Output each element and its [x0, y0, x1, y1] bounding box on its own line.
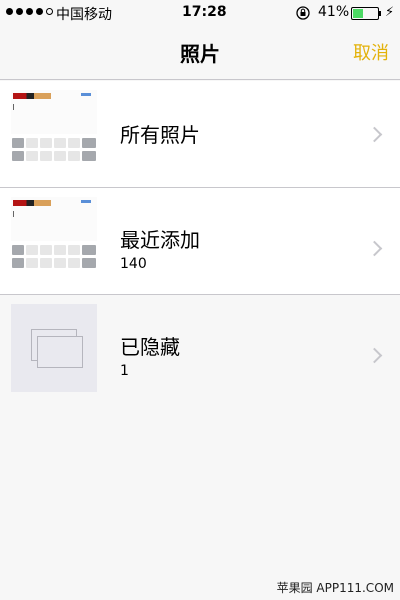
signal-strength-icon — [6, 8, 53, 15]
page-title: 照片 — [180, 42, 220, 66]
album-row-recently-added[interactable]: 最近添加 140 — [0, 188, 400, 295]
carrier-name: 中国移动 — [56, 7, 112, 23]
album-row-all-photos[interactable]: 所有照片 — [0, 81, 400, 188]
battery-cap — [379, 11, 381, 16]
hidden-album-thumbnail — [11, 304, 97, 392]
album-title: 最近添加 — [120, 228, 200, 252]
album-list: 所有照片 最近添加 140 已隐藏 1 — [0, 81, 400, 402]
site-watermark: 苹果园 APP111.COM — [276, 581, 394, 595]
chevron-right-icon — [366, 126, 383, 143]
status-bar: 中国移动 17:28 41% ⚡ — [0, 0, 400, 26]
navigation-bar: 照片 取消 — [0, 26, 400, 80]
placeholder-photo-icon — [37, 336, 83, 368]
album-row-hidden[interactable]: 已隐藏 1 — [0, 295, 400, 402]
album-count: 1 — [120, 363, 129, 379]
album-thumbnail — [11, 197, 97, 285]
battery-percentage: 41% — [318, 4, 350, 20]
album-count: 140 — [120, 256, 147, 272]
rotation-lock-icon — [296, 6, 310, 20]
charging-icon: ⚡ — [385, 5, 395, 20]
chevron-right-icon — [366, 240, 383, 257]
album-thumbnail — [11, 90, 97, 178]
battery-icon — [351, 7, 379, 20]
album-title: 已隐藏 — [120, 335, 180, 359]
chevron-right-icon — [366, 347, 383, 364]
album-title: 所有照片 — [120, 123, 200, 147]
cancel-button[interactable]: 取消 — [353, 39, 389, 65]
status-time: 17:28 — [182, 4, 227, 20]
